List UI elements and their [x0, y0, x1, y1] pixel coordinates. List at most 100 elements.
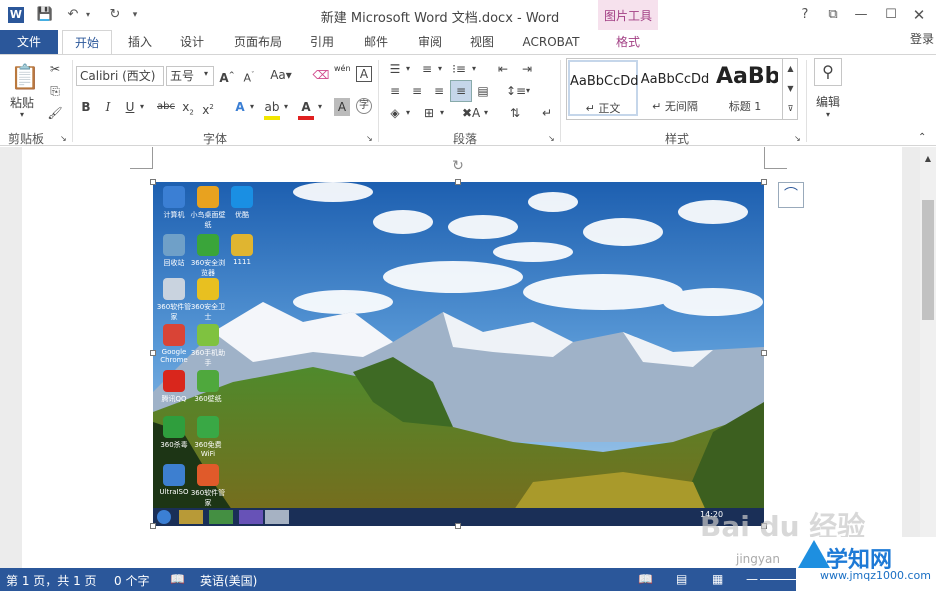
word-app-icon[interactable]: W — [8, 7, 24, 23]
phonetic-guide-icon[interactable]: wén — [334, 64, 351, 73]
justify-icon[interactable]: ≡ — [450, 80, 472, 102]
tab-home[interactable]: 开始 — [62, 30, 112, 55]
resize-handle-s[interactable] — [455, 523, 461, 529]
style-heading-1[interactable]: AaBb 标题 1 — [712, 60, 778, 116]
undo-icon[interactable]: ↶ — [64, 6, 82, 24]
character-shading-icon[interactable]: A — [334, 98, 350, 116]
copy-icon[interactable]: ⎘ — [46, 82, 64, 100]
font-name-combo[interactable]: Calibri (西文) — [76, 66, 164, 86]
paste-label[interactable]: 粘贴 — [10, 94, 34, 111]
resize-handle-n[interactable] — [455, 179, 461, 185]
shading-icon[interactable]: ◈ — [386, 104, 404, 122]
help-button[interactable]: ? — [796, 6, 814, 24]
resize-handle-e[interactable] — [761, 350, 767, 356]
numbering-dropdown-icon[interactable]: ▾ — [438, 64, 442, 73]
numbering-icon[interactable]: ≡ — [418, 60, 436, 78]
character-border-icon[interactable]: A — [356, 66, 372, 82]
clear-formatting-icon[interactable]: ⌫ — [312, 66, 330, 84]
undo-dropdown-icon[interactable]: ▾ — [84, 6, 92, 24]
tab-file[interactable]: 文件 — [0, 30, 58, 54]
align-center-icon[interactable]: ≡ — [408, 82, 426, 100]
font-size-dropdown-icon[interactable]: ▾ — [204, 69, 208, 78]
bullets-dropdown-icon[interactable]: ▾ — [406, 64, 410, 73]
borders-dropdown-icon[interactable]: ▾ — [440, 108, 444, 117]
decrease-indent-icon[interactable]: ⇤ — [494, 60, 512, 78]
paste-icon[interactable]: 📋 — [10, 62, 36, 92]
save-icon[interactable]: 💾 — [36, 6, 54, 24]
tab-view[interactable]: 视图 — [460, 30, 504, 54]
styles-up-icon[interactable]: ▲ — [783, 60, 798, 78]
tab-insert[interactable]: 插入 — [118, 30, 162, 54]
highlight-icon[interactable]: ab — [264, 98, 280, 120]
change-case-icon[interactable]: Aa▾ — [268, 66, 294, 84]
format-painter-icon[interactable]: 🖌 — [46, 104, 64, 122]
bold-button[interactable]: B — [78, 98, 94, 116]
rotate-handle-icon[interactable]: ↻ — [450, 157, 466, 175]
cut-icon[interactable]: ✂ — [46, 60, 64, 78]
shrink-font-icon[interactable]: Aˇ — [240, 66, 258, 88]
bullets-icon[interactable]: ☰ — [386, 60, 404, 78]
distributed-icon[interactable]: ▤ — [474, 82, 492, 100]
resize-handle-nw[interactable] — [150, 179, 156, 185]
zoom-slider[interactable] — [760, 579, 800, 580]
enclose-characters-icon[interactable]: 字 — [356, 98, 372, 114]
tab-mailings[interactable]: 邮件 — [354, 30, 398, 54]
tab-design[interactable]: 设计 — [170, 30, 214, 54]
font-launcher-icon[interactable]: ↘ — [366, 134, 373, 143]
maximize-button[interactable]: ☐ — [882, 6, 900, 24]
tab-page-layout[interactable]: 页面布局 — [226, 30, 290, 54]
paragraph-launcher-icon[interactable]: ↘ — [548, 134, 555, 143]
line-spacing-icon[interactable]: ↕≡ — [506, 82, 524, 100]
grow-font-icon[interactable]: A^ — [218, 66, 236, 87]
proofing-icon[interactable]: 📖 — [170, 572, 185, 586]
underline-button[interactable]: U — [122, 98, 138, 116]
clipboard-launcher-icon[interactable]: ↘ — [60, 134, 67, 143]
customize-qat-icon[interactable]: ▾ — [130, 6, 140, 24]
multilevel-dropdown-icon[interactable]: ▾ — [472, 64, 476, 73]
print-layout-icon[interactable]: ▤ — [676, 572, 687, 586]
italic-button[interactable]: I — [100, 98, 116, 116]
strikethrough-button[interactable]: abc — [154, 98, 178, 116]
ribbon-display-options-icon[interactable]: ⧉ — [824, 6, 842, 24]
font-color-dropdown-icon[interactable]: ▾ — [318, 102, 322, 111]
subscript-button[interactable]: x2 — [180, 98, 196, 121]
tab-review[interactable]: 审阅 — [408, 30, 452, 54]
align-left-icon[interactable]: ≡ — [386, 82, 404, 100]
styles-more-icon[interactable]: ⊽ — [783, 100, 798, 118]
chinese-layout-dropdown-icon[interactable]: ▾ — [484, 108, 488, 117]
tab-acrobat[interactable]: ACROBAT — [514, 30, 588, 54]
styles-launcher-icon[interactable]: ↘ — [794, 134, 801, 143]
show-marks-icon[interactable]: ↵ — [538, 104, 556, 122]
sort-icon[interactable]: ⇅ — [506, 104, 524, 122]
line-spacing-dropdown-icon[interactable]: ▾ — [526, 86, 530, 95]
resize-handle-ne[interactable] — [761, 179, 767, 185]
word-count[interactable]: 0 个字 — [114, 572, 149, 589]
zoom-out-icon[interactable]: — — [746, 572, 758, 586]
shading-dropdown-icon[interactable]: ▾ — [406, 108, 410, 117]
highlight-dropdown-icon[interactable]: ▾ — [284, 102, 288, 111]
font-color-icon[interactable]: A — [298, 98, 314, 120]
align-right-icon[interactable]: ≡ — [430, 82, 448, 100]
web-layout-icon[interactable]: ▦ — [712, 572, 723, 586]
scroll-thumb[interactable] — [922, 200, 934, 320]
sign-in-link[interactable]: 登录 — [910, 30, 934, 48]
text-effects-dropdown-icon[interactable]: ▾ — [250, 102, 254, 111]
underline-dropdown-icon[interactable]: ▾ — [140, 102, 144, 111]
chinese-layout-icon[interactable]: ✖A — [462, 104, 480, 122]
resize-handle-w[interactable] — [150, 350, 156, 356]
editing-label[interactable]: 编辑 — [816, 93, 840, 110]
scroll-up-icon[interactable]: ▲ — [922, 150, 934, 168]
find-binoculars-icon[interactable]: ⚲ — [814, 58, 842, 86]
layout-options-button[interactable]: ⌒ — [778, 182, 804, 208]
minimize-button[interactable]: — — [852, 6, 870, 24]
page-count[interactable]: 第 1 页，共 1 页 — [6, 572, 97, 589]
tab-references[interactable]: 引用 — [300, 30, 344, 54]
increase-indent-icon[interactable]: ⇥ — [518, 60, 536, 78]
tab-format[interactable]: 格式 — [600, 30, 656, 54]
resize-handle-sw[interactable] — [150, 523, 156, 529]
superscript-button[interactable]: x2 — [200, 98, 216, 119]
close-button[interactable]: ✕ — [910, 6, 928, 24]
paste-dropdown-icon[interactable]: ▾ — [20, 110, 24, 119]
style-normal[interactable]: AaBbCcDd ↵ 正文 — [568, 60, 638, 116]
styles-down-icon[interactable]: ▼ — [783, 80, 798, 98]
